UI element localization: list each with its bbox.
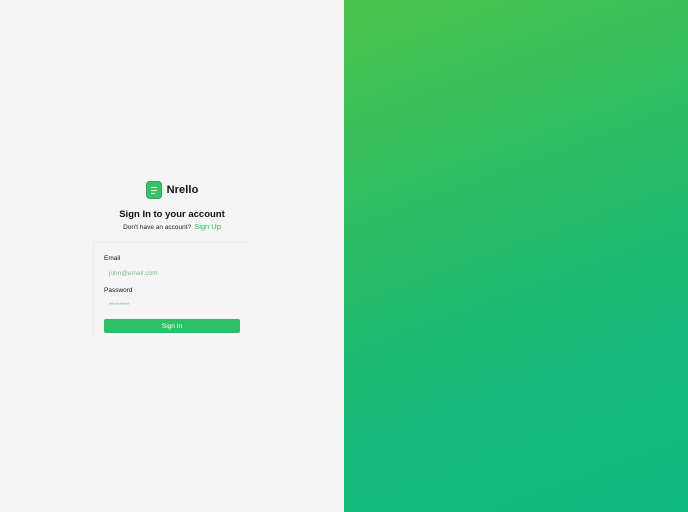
email-label: Email (104, 255, 121, 262)
page-title: Sign In to your account (119, 209, 225, 220)
signup-link[interactable]: Sign Up (194, 222, 221, 231)
brand-name: Nrello (166, 184, 199, 196)
document-icon (145, 181, 162, 199)
brand: Nrello (0, 181, 344, 199)
password-input[interactable] (104, 299, 240, 311)
no-account-text: Don't have an account? (123, 224, 192, 231)
signin-button[interactable]: Sign In (104, 319, 240, 333)
gradient-panel (344, 0, 688, 512)
auth-panel: Nrello Sign In to your account Don't hav… (0, 0, 344, 512)
signin-form: Email Password Sign In (93, 242, 248, 340)
password-label: Password (104, 287, 133, 294)
signup-prompt: Don't have an account? Sign Up (0, 222, 344, 231)
page: Nrello Sign In to your account Don't hav… (0, 0, 688, 512)
email-input[interactable] (104, 267, 240, 279)
